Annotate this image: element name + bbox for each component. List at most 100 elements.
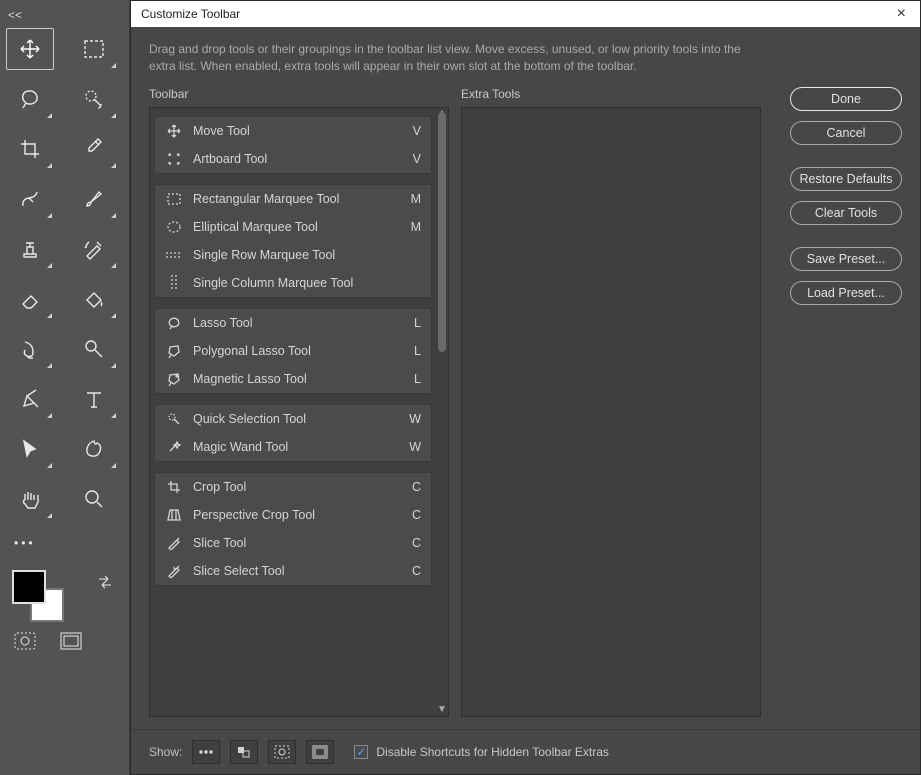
tool-label: Perspective Crop Tool: [193, 508, 395, 522]
scrollbar-thumb[interactable]: [438, 112, 446, 352]
tool-row[interactable]: Magnetic Lasso ToolL: [155, 365, 431, 393]
move-tool[interactable]: [6, 28, 54, 70]
tool-row[interactable]: Artboard ToolV: [155, 145, 431, 173]
dodge-tool[interactable]: [70, 328, 118, 370]
tool-label: Single Column Marquee Tool: [193, 276, 395, 290]
foreground-swatch[interactable]: [12, 570, 46, 604]
tool-group[interactable]: Quick Selection ToolWMagic Wand ToolW: [154, 404, 432, 462]
tool-shortcut: C: [405, 480, 421, 494]
clear-tools-button[interactable]: Clear Tools: [790, 201, 902, 225]
lasso-tool[interactable]: [6, 78, 54, 120]
tool-label: Quick Selection Tool: [193, 412, 395, 426]
tool-row[interactable]: Magic Wand ToolW: [155, 433, 431, 461]
tool-label: Crop Tool: [193, 480, 395, 494]
tool-label: Magnetic Lasso Tool: [193, 372, 395, 386]
cancel-button[interactable]: Cancel: [790, 121, 902, 145]
tool-label: Lasso Tool: [193, 316, 395, 330]
smudge-tool[interactable]: [6, 328, 54, 370]
eyedropper-tool[interactable]: [70, 128, 118, 170]
collapse-panel-icon[interactable]: <<: [6, 6, 123, 24]
healing-brush-tool[interactable]: [6, 178, 54, 220]
row-marquee-icon: [165, 247, 183, 263]
screenmode-icon[interactable]: [60, 632, 82, 653]
mag-lasso-icon: [165, 371, 183, 387]
scrollbar[interactable]: ▲ ▼: [436, 108, 448, 716]
tool-row[interactable]: Lasso ToolL: [155, 309, 431, 337]
tool-row[interactable]: Crop Tool C: [155, 473, 431, 501]
dialog-title-text: Customize Toolbar: [141, 7, 240, 21]
marquee-tool[interactable]: [70, 28, 118, 70]
slice-select-icon: [165, 563, 183, 579]
show-screenmode-icon[interactable]: [306, 740, 334, 764]
history-brush-tool[interactable]: [70, 228, 118, 270]
hand-tool[interactable]: [6, 478, 54, 520]
tool-row[interactable]: Slice Select ToolC: [155, 557, 431, 585]
vertical-toolbar: << •••: [0, 0, 130, 775]
extra-tools-column-header: Extra Tools: [461, 87, 761, 101]
pen-tool[interactable]: [6, 378, 54, 420]
path-select-tool[interactable]: [6, 428, 54, 470]
color-swatches[interactable]: [6, 566, 60, 622]
show-quickmask-icon[interactable]: [268, 740, 296, 764]
paint-bucket-tool[interactable]: [70, 278, 118, 320]
done-button[interactable]: Done: [790, 87, 902, 111]
tool-group[interactable]: Crop ToolCPerspective Crop ToolCSlice To…: [154, 472, 432, 586]
tool-group[interactable]: Rectangular Marquee ToolMElliptical Marq…: [154, 184, 432, 298]
persp-crop-icon: [165, 507, 183, 523]
tool-group[interactable]: Move Tool V Artboard ToolV: [154, 116, 432, 174]
tool-label: Single Row Marquee Tool: [193, 248, 395, 262]
dialog-footer: Show: ✓ Disable Shortcuts for Hidden Too…: [131, 729, 920, 774]
load-preset-button[interactable]: Load Preset...: [790, 281, 902, 305]
scroll-down-icon[interactable]: ▼: [436, 704, 448, 716]
restore-defaults-button[interactable]: Restore Defaults: [790, 167, 902, 191]
tool-row[interactable]: Quick Selection ToolW: [155, 405, 431, 433]
tool-shortcut: C: [405, 508, 421, 522]
tool-label: Rectangular Marquee Tool: [193, 192, 395, 206]
extra-tools-icon[interactable]: •••: [6, 528, 54, 558]
tool-shortcut: C: [405, 536, 421, 550]
move-icon: [165, 123, 183, 139]
tool-row[interactable]: Polygonal Lasso ToolL: [155, 337, 431, 365]
swap-colors-icon[interactable]: [70, 566, 124, 622]
tool-label: Move Tool: [193, 124, 395, 138]
tool-label: Polygonal Lasso Tool: [193, 344, 395, 358]
crop-icon: [165, 479, 183, 495]
save-preset-button[interactable]: Save Preset...: [790, 247, 902, 271]
tool-group[interactable]: Lasso ToolLPolygonal Lasso ToolLMagnetic…: [154, 308, 432, 394]
tool-row[interactable]: Rectangular Marquee ToolM: [155, 185, 431, 213]
checkbox-label: Disable Shortcuts for Hidden Toolbar Ext…: [376, 745, 609, 759]
quick-select-tool[interactable]: [70, 78, 118, 120]
tool-shortcut: C: [405, 564, 421, 578]
quickmask-icon[interactable]: [14, 632, 36, 653]
tool-row[interactable]: Move Tool V: [155, 117, 431, 145]
col-marquee-icon: [165, 275, 183, 291]
crop-tool[interactable]: [6, 128, 54, 170]
tool-shortcut: M: [405, 220, 421, 234]
ellipse-marquee-icon: [165, 219, 183, 235]
disable-shortcuts-checkbox[interactable]: ✓ Disable Shortcuts for Hidden Toolbar E…: [354, 745, 609, 759]
type-tool[interactable]: [70, 378, 118, 420]
checkbox-icon[interactable]: ✓: [354, 745, 368, 759]
dialog-titlebar: Customize Toolbar ×: [131, 1, 920, 27]
clone-stamp-tool[interactable]: [6, 228, 54, 270]
tool-row[interactable]: Single Column Marquee Tool: [155, 269, 431, 297]
dialog-description: Drag and drop tools or their groupings i…: [149, 41, 749, 75]
tool-row[interactable]: Single Row Marquee Tool: [155, 241, 431, 269]
tool-row[interactable]: Perspective Crop Tool C: [155, 501, 431, 529]
tool-shortcut: V: [405, 124, 421, 138]
show-extras-icon[interactable]: [192, 740, 220, 764]
shape-tool[interactable]: [70, 428, 118, 470]
slice-icon: [165, 535, 183, 551]
tool-label: Magic Wand Tool: [193, 440, 395, 454]
toolbar-listbox[interactable]: Move Tool V Artboard ToolV Rectangular Marq…: [149, 107, 449, 717]
extra-tools-listbox[interactable]: [461, 107, 761, 717]
brush-tool[interactable]: [70, 178, 118, 220]
tool-row[interactable]: Elliptical Marquee ToolM: [155, 213, 431, 241]
show-label: Show:: [149, 745, 182, 759]
tool-row[interactable]: Slice ToolC: [155, 529, 431, 557]
zoom-tool[interactable]: [70, 478, 118, 520]
close-icon[interactable]: ×: [893, 6, 910, 22]
show-swatches-icon[interactable]: [230, 740, 258, 764]
eraser-tool[interactable]: [6, 278, 54, 320]
artboard-icon: [165, 151, 183, 167]
